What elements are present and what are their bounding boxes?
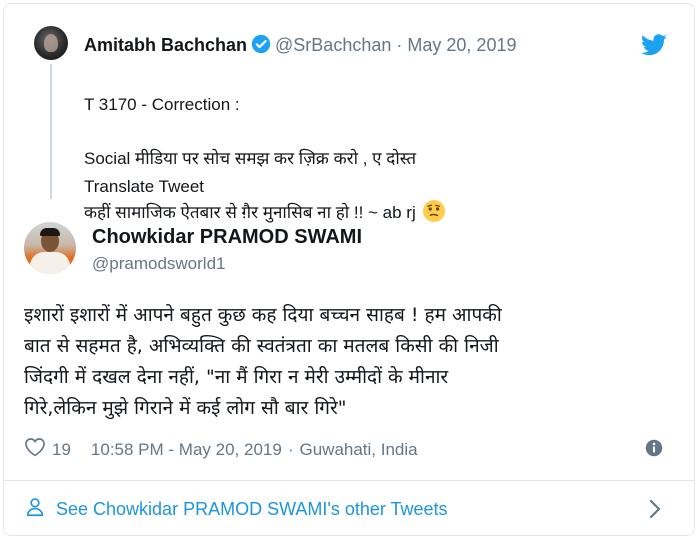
tweet-meta: 19 10:58 PM - May 20, 2019 · Guwahati, I… — [24, 437, 418, 462]
heart-icon[interactable] — [24, 437, 46, 462]
info-icon[interactable] — [645, 439, 663, 462]
quoted-text-line: Social मीडिया पर सोच समझ कर ज़िक्र करो ,… — [84, 149, 417, 168]
thinking-face-emoji — [422, 199, 446, 231]
quoted-text-line: कहीं सामाजिक ऐतबार से ग़ैर मुनासिब ना हो… — [84, 203, 416, 222]
quoted-author-handle[interactable]: @SrBachchan — [275, 35, 391, 55]
quoted-text-line: T 3170 - Correction : — [84, 95, 240, 114]
tweet-location[interactable]: Guwahati, India — [299, 440, 417, 460]
pramod-swami-avatar[interactable] — [24, 222, 76, 274]
avatar-hair — [40, 228, 60, 236]
amitabh-avatar[interactable] — [34, 26, 68, 60]
twitter-bird-icon[interactable] — [641, 34, 667, 61]
location-separator: · — [287, 439, 294, 459]
like-count[interactable]: 19 — [52, 440, 71, 460]
main-author-handle[interactable]: @pramodsworld1 — [92, 254, 225, 274]
quoted-tweet-date[interactable]: May 20, 2019 — [407, 35, 516, 55]
see-other-tweets-label[interactable]: See Chowkidar PRAMOD SWAMI's other Tweet… — [56, 499, 448, 520]
user-icon — [24, 496, 56, 523]
quoted-author-name[interactable]: Amitabh Bachchan — [84, 35, 247, 55]
main-text-line: इशारों इशारों में आपने बहुत कुछ कह दिया … — [24, 304, 502, 326]
chevron-right-icon[interactable] — [648, 499, 662, 524]
verified-badge-icon — [251, 34, 271, 59]
translate-tweet-link[interactable]: Translate Tweet — [84, 177, 204, 197]
footer-divider — [4, 480, 694, 481]
main-tweet-text: इशारों इशारों में आपने बहुत कुछ कह दिया … — [24, 300, 674, 424]
main-text-line: जिंदगी में दखल देना नहीं, "ना मैं गिरा न… — [24, 366, 449, 388]
main-author-name[interactable]: Chowkidar PRAMOD SWAMI — [92, 226, 362, 249]
main-text-line: गिरे,लेकिन मुझे गिराने में कई लोग सौ बार… — [24, 397, 347, 419]
tweet-timestamp[interactable]: 10:58 PM - May 20, 2019 — [91, 440, 282, 460]
quoted-tweet-header: Amitabh Bachchan @SrBachchan · May 20, 20… — [84, 34, 516, 59]
thread-connector-line — [50, 64, 52, 199]
main-text-line: बात से सहमत है, अभिव्यक्ति की स्वतंत्रता… — [24, 335, 499, 357]
avatar-shirt — [30, 252, 70, 274]
header-separator: · — [396, 35, 403, 55]
see-other-tweets-link[interactable]: See Chowkidar PRAMOD SWAMI's other Tweet… — [24, 496, 448, 523]
